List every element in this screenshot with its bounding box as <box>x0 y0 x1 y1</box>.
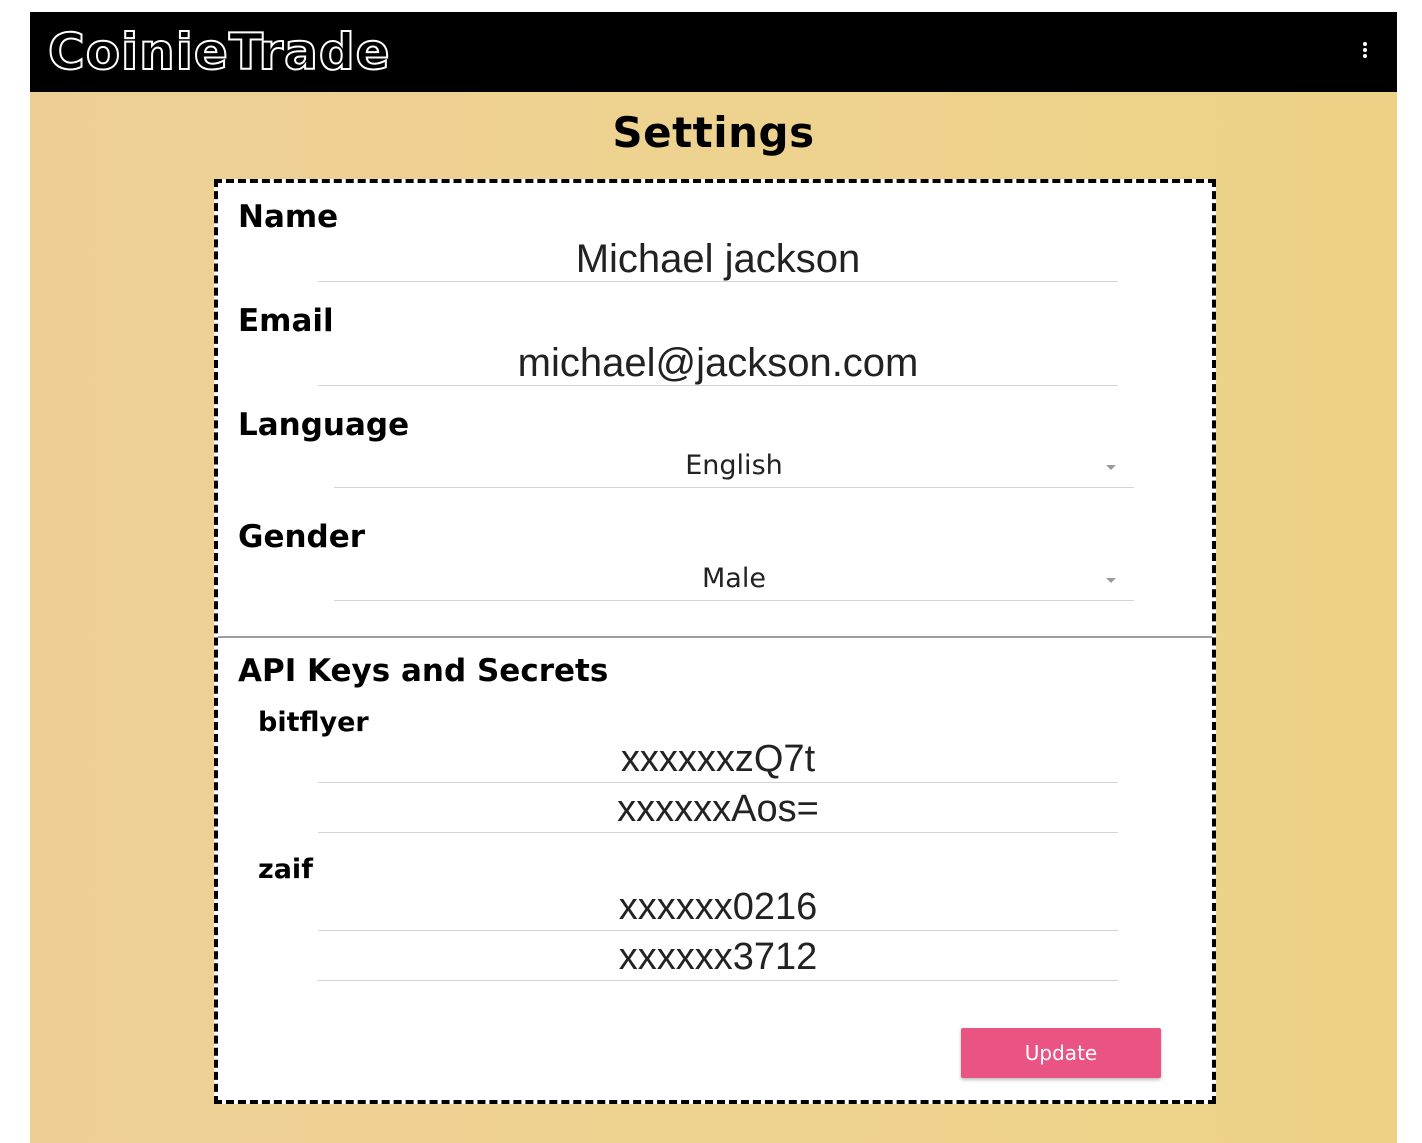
section-divider <box>218 636 1212 638</box>
name-input[interactable] <box>318 237 1118 282</box>
more-vert-icon[interactable] <box>1355 40 1375 64</box>
update-button[interactable]: Update <box>961 1028 1161 1078</box>
api-section-heading: API Keys and Secrets <box>238 653 609 689</box>
gender-selected-value: Male <box>702 563 766 594</box>
top-bar: CoinieTrade <box>30 12 1397 92</box>
gender-label: Gender <box>238 519 366 555</box>
chevron-down-icon <box>1106 465 1116 470</box>
brand-logo[interactable]: CoinieTrade <box>47 20 391 84</box>
exchange-label-zaif: zaif <box>258 854 313 885</box>
bitflyer-api-key-input[interactable] <box>318 736 1118 783</box>
language-selected-value: English <box>685 450 783 481</box>
language-label: Language <box>238 407 410 443</box>
zaif-api-secret-input[interactable] <box>318 934 1118 981</box>
email-label: Email <box>238 303 334 339</box>
chevron-down-icon <box>1106 578 1116 583</box>
page-title: Settings <box>612 108 815 157</box>
exchange-label-bitflyer: bitflyer <box>258 707 369 738</box>
settings-panel: Name Email Language English Gender Male … <box>214 179 1216 1104</box>
gender-select[interactable]: Male <box>334 560 1134 601</box>
app-root: CoinieTrade Settings Name Email Language… <box>30 12 1397 1143</box>
zaif-api-key-input[interactable] <box>318 884 1118 931</box>
name-label: Name <box>238 199 339 235</box>
language-select[interactable]: English <box>334 447 1134 488</box>
email-input[interactable] <box>318 341 1118 386</box>
bitflyer-api-secret-input[interactable] <box>318 786 1118 833</box>
